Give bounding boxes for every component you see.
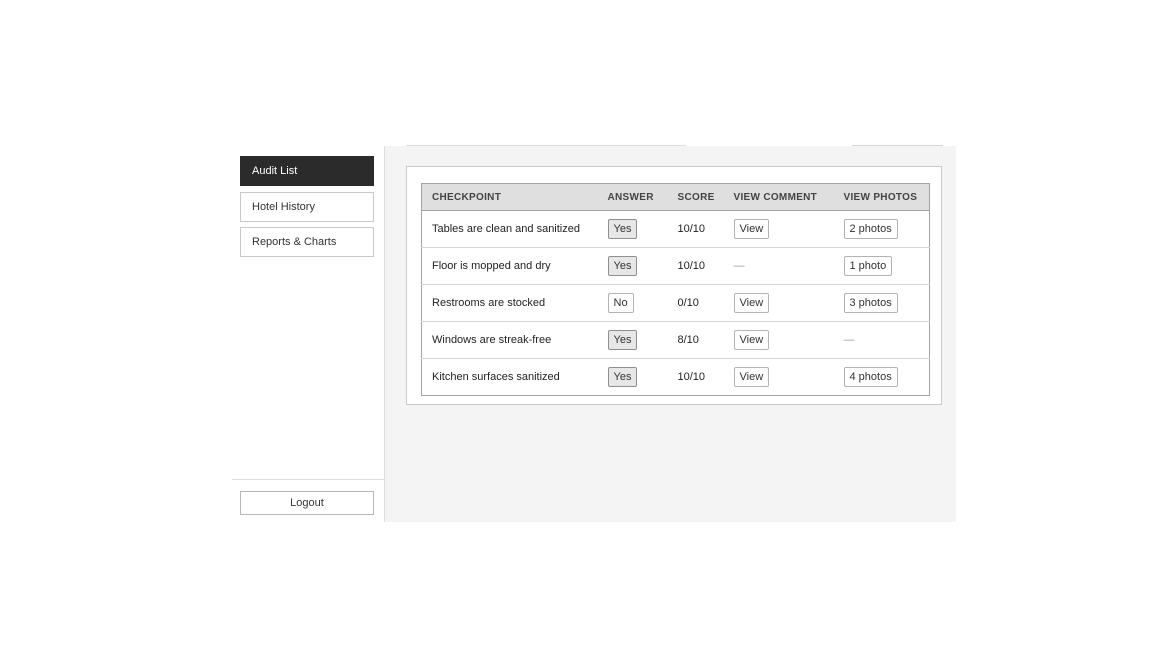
main-content: CHECKPOINT ANSWER SCORE VIEW COMMENT VIE… [385,146,956,522]
column-header-view-comment: VIEW COMMENT [723,183,834,211]
view-comment-button[interactable]: View [733,330,770,350]
column-header-answer: ANSWER [597,183,668,211]
column-header-view-photos: VIEW PHOTOS [833,183,930,211]
empty-dash: — [843,334,855,346]
sidebar-divider [232,479,384,480]
column-header-checkpoint: CHECKPOINT [421,183,598,211]
score-cell: 0/10 [667,284,724,322]
table-row: Kitchen surfaces sanitized Yes 10/10 Vie… [421,358,930,396]
answer-button[interactable]: Yes [607,256,638,276]
score-cell: 10/10 [677,223,706,235]
table-row: Floor is mopped and dry Yes 10/10 — 1 ph… [421,247,930,285]
answer-button[interactable]: No [607,293,634,313]
app-window: Audit List Hotel History Reports & Chart… [0,0,1152,648]
view-photos-button[interactable]: 3 photos [843,293,898,313]
table-row: Restrooms are stocked No 0/10 View 3 pho… [421,284,930,322]
score-cell: 10/10 [667,247,724,285]
view-comment-button[interactable]: View [733,293,770,313]
checkpoint-cell: Tables are clean and sanitized [432,223,580,235]
audit-card: CHECKPOINT ANSWER SCORE VIEW COMMENT VIE… [406,166,942,405]
table-row: Tables are clean and sanitized Yes 10/10… [422,211,930,248]
view-comment-button[interactable]: View [733,219,770,239]
answer-button[interactable]: Yes [607,219,638,239]
checkpoint-cell: Floor is mopped and dry [421,247,598,285]
sidebar: Audit List Hotel History Reports & Chart… [232,146,385,522]
view-photos-button[interactable]: 2 photos [843,219,898,239]
table-header-row: CHECKPOINT ANSWER SCORE VIEW COMMENT VIE… [421,183,930,211]
audit-table: CHECKPOINT ANSWER SCORE VIEW COMMENT VIE… [421,183,930,396]
sidebar-item-audit-list[interactable]: Audit List [240,156,374,186]
checkpoint-cell: Kitchen surfaces sanitized [421,358,598,396]
view-comment-button[interactable]: View [733,367,770,387]
answer-button[interactable]: Yes [607,330,638,350]
table-row: Windows are streak-free Yes 8/10 View — [421,321,930,359]
checkpoint-cell: Restrooms are stocked [421,284,598,322]
empty-dash: — [733,260,745,272]
view-photos-button[interactable]: 4 photos [843,367,898,387]
score-cell: 10/10 [667,358,724,396]
answer-button[interactable]: Yes [607,367,638,387]
logout-button[interactable]: Logout [240,491,374,515]
view-photos-button[interactable]: 1 photo [843,256,893,276]
column-header-score: SCORE [667,183,724,211]
checkpoint-cell: Windows are streak-free [421,321,598,359]
sidebar-item-hotel-history[interactable]: Hotel History [240,192,374,222]
sidebar-item-reports-charts[interactable]: Reports & Charts [240,227,374,257]
score-cell: 8/10 [667,321,724,359]
